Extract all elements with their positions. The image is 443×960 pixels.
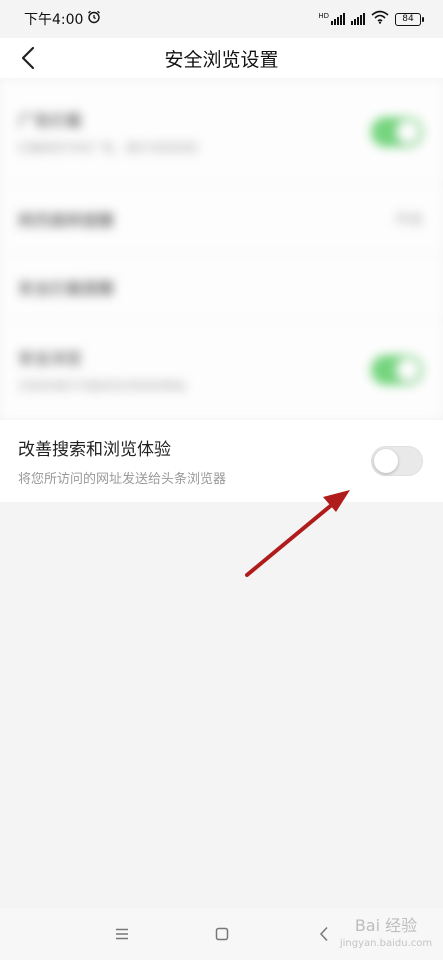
wifi-icon <box>371 10 389 28</box>
toggle-knob <box>374 449 398 473</box>
settings-list: 广告拦截 拦截网页中的广告，提升浏览体验 网页跳转提醒 开启 安全拦截提醒 安全… <box>0 80 443 420</box>
watermark-subtext: jingyan.baidu.com <box>339 937 433 949</box>
signal-icon-2 <box>351 13 365 25</box>
setting-subtitle: 拦截网页中的广告，提升浏览体验 <box>18 141 199 155</box>
menu-icon <box>116 928 128 940</box>
setting-row-improve-experience[interactable]: 改善搜索和浏览体验 将您所访问的网址发送给头条浏览器 <box>0 420 443 502</box>
chevron-left-icon <box>21 46 35 70</box>
menu-button[interactable] <box>102 914 142 954</box>
setting-value: 开启 <box>395 211 423 228</box>
status-bar: 下午4:00 HD 84 <box>0 0 443 38</box>
improve-experience-subtitle: 将您所访问的网址发送给头条浏览器 <box>18 472 227 487</box>
improve-experience-toggle[interactable] <box>371 446 423 476</box>
home-square-icon <box>215 927 229 941</box>
ad-block-toggle[interactable] <box>371 116 423 147</box>
battery-icon: 84 <box>395 12 424 26</box>
setting-title: 网页跳转提醒 <box>18 210 115 230</box>
back-button[interactable] <box>12 42 44 74</box>
setting-subtitle: 识别并提示可能存在风险的网站 <box>18 379 187 393</box>
setting-text: 改善搜索和浏览体验 将您所访问的网址发送给头条浏览器 <box>18 435 226 487</box>
status-time: 下午4:00 <box>24 12 84 28</box>
setting-row-safe-browsing[interactable]: 安全浏览 识别并提示可能存在风险的网站 <box>0 320 443 420</box>
status-left: 下午4:00 <box>24 9 101 29</box>
alarm-icon <box>87 10 101 28</box>
setting-row-ad-block[interactable]: 广告拦截 拦截网页中的广告，提升浏览体验 <box>0 80 443 184</box>
page-title: 安全浏览设置 <box>164 48 279 71</box>
home-button[interactable] <box>202 914 242 954</box>
signal-icon-1 <box>331 13 345 25</box>
watermark-text: Bai 经验 <box>354 915 418 935</box>
setting-row-jump-reminder[interactable]: 网页跳转提醒 开启 <box>0 184 443 254</box>
setting-row-intercept-reminder[interactable]: 安全拦截提醒 <box>0 254 443 320</box>
setting-title: 安全浏览 <box>18 349 83 368</box>
safe-browsing-toggle[interactable] <box>371 354 423 385</box>
chevron-left-icon <box>319 926 328 942</box>
setting-title: 广告拦截 <box>18 111 83 130</box>
setting-title: 安全拦截提醒 <box>18 278 115 298</box>
hd-label: HD <box>318 12 329 20</box>
blurred-settings: 广告拦截 拦截网页中的广告，提升浏览体验 网页跳转提醒 开启 安全拦截提醒 安全… <box>0 80 443 420</box>
improve-experience-title: 改善搜索和浏览体验 <box>18 440 171 460</box>
baidu-watermark: Bai 经验 jingyan.baidu.com <box>332 906 440 954</box>
header: 安全浏览设置 <box>0 38 443 78</box>
status-right: HD 84 <box>318 10 424 28</box>
